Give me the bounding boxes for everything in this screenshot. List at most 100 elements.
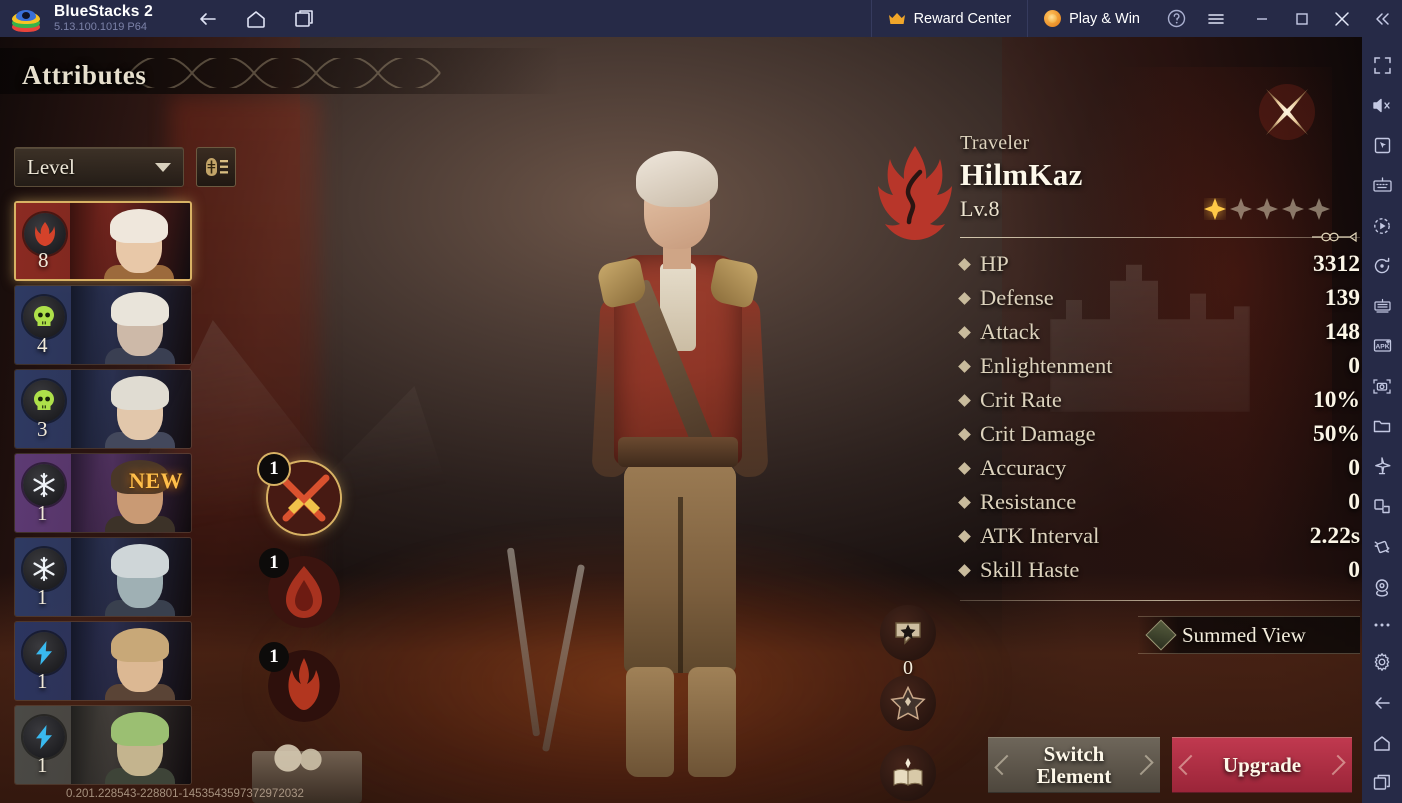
stat-value: 139	[1324, 285, 1360, 311]
roster-card[interactable]: 1 NEW	[14, 453, 192, 533]
attributes-header-bar: Attributes	[0, 48, 560, 94]
shake-icon[interactable]	[1362, 527, 1402, 567]
roster-card-portrait	[71, 706, 191, 784]
roster-card-level: 1	[37, 669, 48, 693]
coin-icon	[1044, 10, 1062, 27]
frost-icon	[23, 548, 65, 590]
window-controls	[1242, 0, 1402, 37]
crown-icon	[888, 12, 906, 25]
help-circle-icon[interactable]	[1156, 0, 1196, 37]
stat-label: Defense	[980, 285, 1054, 310]
roster-card-level: 1	[37, 585, 48, 609]
background-skull-bones	[270, 743, 330, 773]
reward-center-button[interactable]: Reward Center	[870, 0, 1028, 37]
frost-icon	[23, 464, 65, 506]
android-back-icon[interactable]	[1362, 683, 1402, 723]
equipment-filter-button[interactable]	[196, 147, 236, 187]
stat-rows: HP 3312 Defense 139 Attack 148 Enlightenment 0 C…	[958, 251, 1360, 584]
hamburger-menu-icon[interactable]	[1196, 0, 1236, 37]
stat-value: 0	[1348, 557, 1360, 583]
settings-gear-icon[interactable]	[1362, 642, 1402, 682]
insignia-icon[interactable]: 0	[880, 605, 936, 679]
upgrade-button[interactable]: Upgrade	[1172, 737, 1352, 793]
skill-orb-list: 1 1 1	[259, 454, 340, 744]
airplane-eco-mode-icon[interactable]	[1362, 446, 1402, 486]
roster-card-portrait	[70, 203, 190, 279]
roster-card[interactable]: 1	[14, 621, 192, 701]
stat-value: 0	[1348, 489, 1360, 515]
star-empty-icon	[1256, 198, 1278, 220]
stat-value: 148	[1324, 319, 1360, 345]
roster-card[interactable]: 3	[14, 369, 192, 449]
minimize-icon[interactable]	[1242, 0, 1282, 37]
keyboard-controls-icon[interactable]	[1362, 165, 1402, 205]
close-icon[interactable]	[1322, 0, 1362, 37]
stats-divider-bottom	[960, 596, 1360, 606]
stat-value: 0	[1348, 353, 1360, 379]
maximize-icon[interactable]	[1282, 0, 1322, 37]
stat-row: Attack 148	[958, 319, 1360, 346]
stat-row: HP 3312	[958, 251, 1360, 278]
portrait-face	[103, 544, 177, 616]
star-empty-icon	[1282, 198, 1304, 220]
divider-ornament-icon	[1312, 231, 1357, 243]
install-apk-icon[interactable]: APK	[1362, 326, 1402, 366]
android-recents-icon[interactable]	[1362, 763, 1402, 803]
collapse-sidebar-icon[interactable]	[1362, 0, 1402, 37]
android-home-icon[interactable]	[1362, 723, 1402, 763]
fire-crest-icon	[865, 142, 965, 242]
screenshot-icon[interactable]	[1362, 366, 1402, 406]
switch-element-label: Switch Element	[1036, 741, 1112, 788]
multi-instance-icon[interactable]	[1362, 286, 1402, 326]
lightning-icon	[23, 632, 65, 674]
app-version: 5.13.100.1019 P64	[54, 20, 147, 33]
roster-card[interactable]: 1	[14, 537, 192, 617]
star-rank-icon[interactable]	[880, 675, 936, 731]
roster-card-portrait	[71, 538, 191, 616]
dual-blades-skill-icon[interactable]: 1	[259, 454, 340, 534]
skill-book-icon[interactable]	[880, 745, 936, 801]
mute-icon[interactable]	[1362, 85, 1402, 125]
character-name: HilmKaz	[960, 157, 1083, 192]
media-folder-icon[interactable]	[1362, 406, 1402, 446]
helmet-list-icon	[206, 158, 228, 176]
stat-value: 10%	[1313, 387, 1360, 413]
stat-row: ATK Interval 2.22s	[958, 523, 1360, 550]
multi-window-icon[interactable]	[1362, 486, 1402, 526]
pointer-icon[interactable]	[1362, 125, 1402, 165]
stat-label: Attack	[980, 319, 1040, 344]
stat-row: Enlightenment 0	[958, 353, 1360, 380]
stat-row: Accuracy 0	[958, 455, 1360, 482]
poison-icon	[23, 296, 65, 338]
home-icon[interactable]	[245, 8, 267, 30]
play-and-win-button[interactable]: Play & Win	[1027, 0, 1156, 37]
build-version-string: 0.201.228543-228801-1453543597372972032	[66, 788, 304, 800]
roster-card[interactable]: 4	[14, 285, 192, 365]
sync-rotate-icon[interactable]	[1362, 246, 1402, 286]
stat-bullet-icon	[958, 258, 971, 271]
bluestacks-tools-sidebar: APK	[1362, 37, 1402, 803]
fullscreen-icon[interactable]	[1362, 45, 1402, 85]
character-role: Traveler	[960, 132, 1030, 154]
roster-card-portrait	[71, 370, 191, 448]
stat-label: Accuracy	[980, 455, 1067, 480]
stat-bullet-icon	[958, 564, 971, 577]
roster-card-level: 1	[37, 753, 48, 777]
flame-burst-skill-icon[interactable]: 1	[259, 548, 340, 628]
stats-divider-top	[960, 231, 1360, 244]
summed-view-toggle[interactable]: Summed View	[1138, 616, 1360, 654]
location-icon[interactable]	[1362, 567, 1402, 607]
roster-card[interactable]: 8	[14, 201, 192, 281]
back-icon[interactable]	[197, 8, 219, 30]
fire-pillar-skill-icon[interactable]: 1	[259, 642, 340, 722]
switch-element-button[interactable]: Switch Element	[988, 737, 1160, 793]
stat-label: Skill Haste	[980, 557, 1080, 582]
level-sort-dropdown[interactable]: Level	[14, 147, 184, 187]
macro-record-icon[interactable]	[1362, 206, 1402, 246]
roster-card[interactable]: 1	[14, 705, 192, 785]
poison-icon	[23, 380, 65, 422]
recents-icon[interactable]	[293, 8, 315, 30]
app-title: BlueStacks 2	[54, 2, 153, 20]
more-options-icon[interactable]	[1362, 607, 1402, 643]
skill-count-badge: 1	[259, 642, 289, 672]
